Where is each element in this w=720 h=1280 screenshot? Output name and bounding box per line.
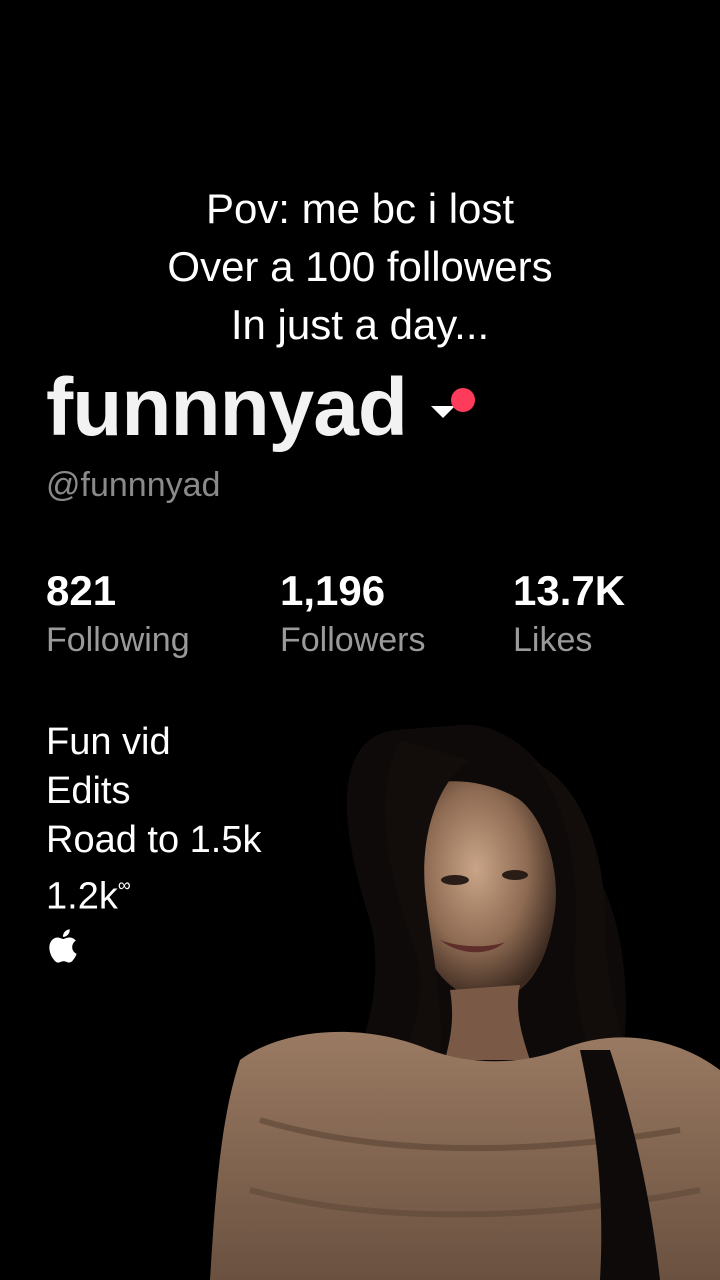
username-handle: @funnnyad xyxy=(46,466,221,504)
caption-line-2: Over a 100 followers xyxy=(167,243,553,290)
notification-dot xyxy=(450,388,475,412)
video-caption: Pov: me bc i lost Over a 100 followers I… xyxy=(0,180,720,354)
stat-followers[interactable]: 1,196 Followers xyxy=(280,566,425,664)
caption-line-3: In just a day... xyxy=(230,301,490,348)
woman-cutout xyxy=(210,724,720,1280)
stat-value: 13.7K xyxy=(513,567,626,614)
profile-stats: 821 Following 1,196 Followers 13.7K Like… xyxy=(46,566,686,666)
stat-label: Followers xyxy=(280,621,426,659)
stat-label: Likes xyxy=(513,621,593,659)
profile-header: funnnyad xyxy=(46,358,483,458)
stat-label: Following xyxy=(46,621,190,659)
stat-value: 1,196 xyxy=(280,567,386,614)
caption-line-1: Pov: me bc i lost xyxy=(205,185,515,232)
stat-likes[interactable]: 13.7K Likes xyxy=(513,566,625,664)
stat-following[interactable]: 821 Following xyxy=(46,566,190,664)
bio-line-4-text: 1.2k xyxy=(46,875,118,918)
infinity-mark: ∞ xyxy=(117,875,131,895)
apple-icon xyxy=(49,928,77,963)
chevron-down-icon xyxy=(430,406,455,418)
account-switch-button[interactable] xyxy=(427,378,483,438)
display-name: funnnyad xyxy=(46,362,408,453)
stat-value: 821 xyxy=(46,567,117,614)
